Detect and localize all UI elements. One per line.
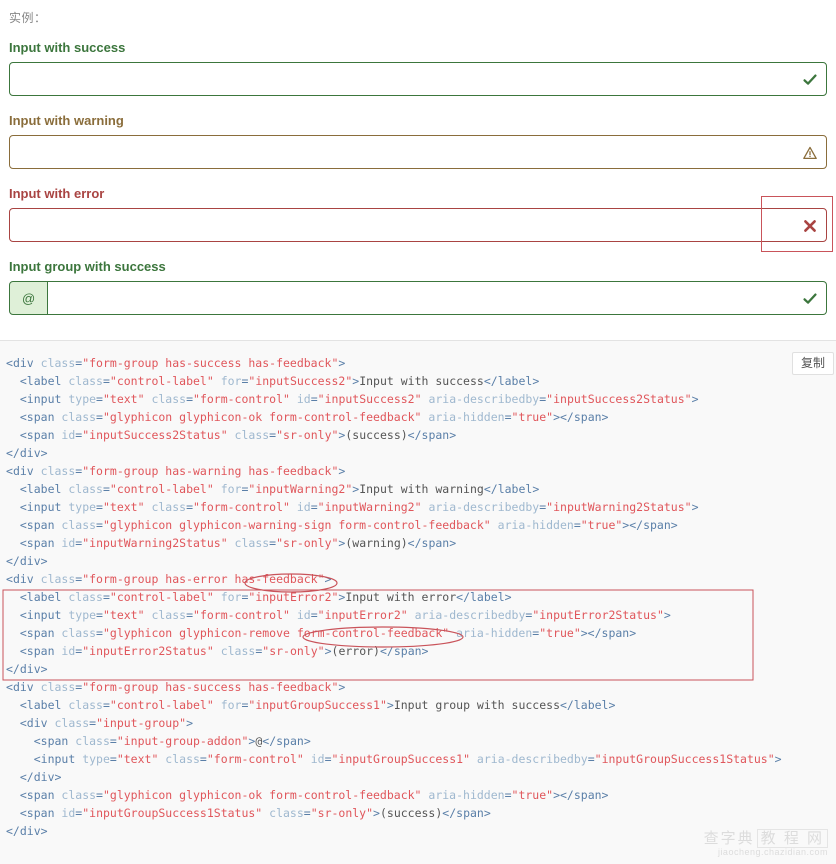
input-group: @	[9, 281, 827, 315]
watermark-brand-line: 查字典教 程 网	[703, 829, 828, 848]
form-group-input-success: Input with success	[9, 40, 827, 96]
input-warning[interactable]	[9, 135, 827, 169]
example-caption: 实例：	[9, 11, 47, 25]
site-watermark: 查字典教 程 网 jiaocheng.chazidian.com	[703, 829, 828, 858]
input-success[interactable]	[9, 62, 827, 96]
form-group-input-error: Input with error	[9, 186, 827, 242]
page-root: 实例： Input with success Input with warnin…	[0, 0, 836, 864]
label-input-group-success: Input group with success	[9, 259, 166, 274]
label-input-success: Input with success	[9, 40, 126, 55]
example-demo-area: 实例： Input with success Input with warnin…	[0, 0, 836, 315]
input-group-success-input[interactable]	[48, 281, 827, 315]
form-group-input-group-success: Input group with success @	[9, 259, 827, 315]
watermark-brand-box: 教 程 网	[756, 829, 828, 848]
code-panel: 复制 <div class="form-group has-success ha…	[0, 340, 836, 864]
form-group-input-warning: Input with warning	[9, 113, 827, 169]
at-sign-addon: @	[9, 281, 49, 315]
input-error[interactable]	[9, 208, 827, 242]
code-listing[interactable]: <div class="form-group has-success has-f…	[0, 341, 836, 846]
label-input-error: Input with error	[9, 186, 105, 201]
watermark-brand: 查字典	[703, 830, 755, 847]
label-input-warning: Input with warning	[9, 113, 124, 128]
copy-button[interactable]: 复制	[791, 352, 834, 375]
watermark-url: jiaocheng.chazidian.com	[717, 847, 828, 857]
